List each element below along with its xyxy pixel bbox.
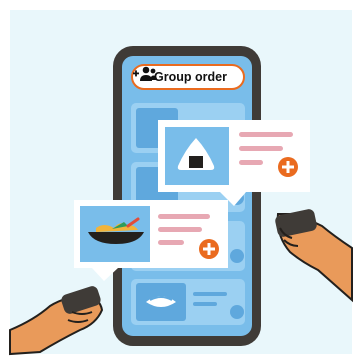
card-line <box>239 160 263 165</box>
phone-row-line <box>193 292 227 296</box>
group-order-illustration: Group order <box>0 0 362 364</box>
group-order-label: Group order <box>154 70 227 84</box>
plus-circle-icon[interactable] <box>278 157 298 177</box>
plus-circle-icon[interactable] <box>199 239 219 259</box>
card-line <box>158 214 210 219</box>
card-line <box>239 132 293 137</box>
phone-row-dot <box>230 305 244 319</box>
illustration-canvas <box>0 0 362 364</box>
phone-row-dot <box>230 249 244 263</box>
card-line <box>158 240 184 245</box>
card-line <box>239 146 283 151</box>
phone-row-line <box>193 302 217 306</box>
group-order-button[interactable]: Group order <box>131 64 245 90</box>
card-line <box>158 227 202 232</box>
